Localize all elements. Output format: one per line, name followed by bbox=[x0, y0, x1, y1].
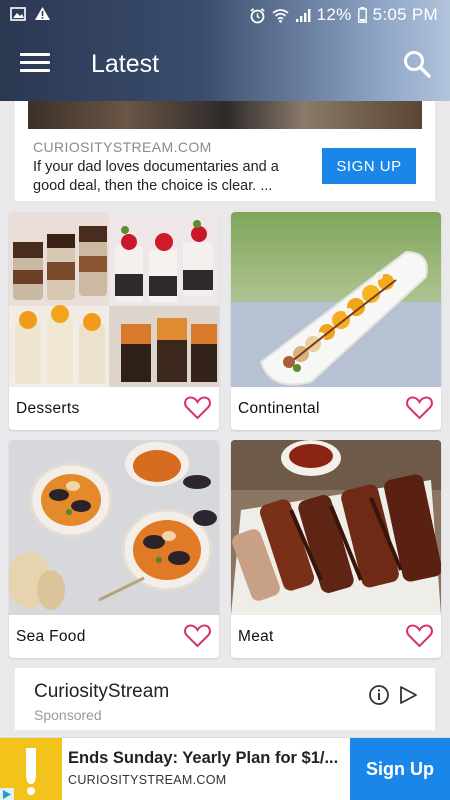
heart-icon[interactable] bbox=[406, 395, 433, 421]
page-title: Latest bbox=[91, 50, 160, 78]
category-label: Meat bbox=[238, 628, 274, 645]
image-notification-icon bbox=[10, 6, 26, 21]
category-card-meat[interactable]: Meat bbox=[231, 440, 441, 658]
heart-icon[interactable] bbox=[406, 623, 433, 649]
clock-time: 5:05 PM bbox=[372, 5, 438, 24]
header: 12% 5:05 PM Latest bbox=[0, 0, 450, 101]
play-icon[interactable] bbox=[397, 684, 419, 706]
wifi-icon bbox=[272, 8, 289, 23]
ad-domain: CURIOSITYSTREAM.COM bbox=[33, 139, 212, 155]
sponsored-ad-card[interactable]: CuriosityStream Sponsored bbox=[15, 668, 435, 730]
status-bar: 12% 5:05 PM bbox=[0, 0, 450, 33]
category-label: Desserts bbox=[16, 400, 80, 417]
signal-icon bbox=[295, 8, 311, 23]
banner-domain: CURIOSITYSTREAM.COM bbox=[68, 773, 227, 787]
hamburger-menu-icon[interactable] bbox=[20, 53, 50, 79]
alarm-icon bbox=[249, 7, 266, 24]
sign-up-button[interactable]: SIGN UP bbox=[322, 148, 416, 184]
banner-sign-up-button[interactable]: Sign Up bbox=[350, 738, 450, 800]
sponsor-name: CuriosityStream bbox=[34, 681, 170, 702]
continental-image bbox=[231, 212, 441, 387]
heart-icon[interactable] bbox=[184, 395, 211, 421]
ad-image bbox=[28, 101, 422, 129]
battery-icon bbox=[357, 7, 367, 23]
category-label: Continental bbox=[238, 400, 320, 417]
top-ad-card[interactable]: CURIOSITYSTREAM.COM If your dad loves do… bbox=[15, 101, 435, 201]
meat-image bbox=[231, 440, 441, 615]
category-card-sea-food[interactable]: Sea Food bbox=[9, 440, 219, 658]
sea-food-image bbox=[9, 440, 219, 615]
ad-description: If your dad loves documentaries and a go… bbox=[33, 159, 279, 194]
category-card-desserts[interactable]: Desserts bbox=[9, 212, 219, 430]
battery-percent: 12% bbox=[316, 5, 352, 24]
category-label: Sea Food bbox=[16, 628, 86, 645]
category-card-continental[interactable]: Continental bbox=[231, 212, 441, 430]
desserts-image bbox=[9, 212, 219, 387]
app-bar: Latest bbox=[0, 33, 450, 101]
warning-icon bbox=[34, 6, 51, 21]
search-icon[interactable] bbox=[402, 49, 432, 79]
info-icon[interactable] bbox=[368, 684, 390, 706]
sponsored-label: Sponsored bbox=[34, 707, 102, 723]
banner-ad[interactable]: Ends Sunday: Yearly Plan for $1/... CURI… bbox=[0, 737, 450, 800]
banner-title: Ends Sunday: Yearly Plan for $1/... bbox=[68, 749, 339, 767]
heart-icon[interactable] bbox=[184, 623, 211, 649]
ad-choices-icon[interactable] bbox=[0, 788, 14, 800]
